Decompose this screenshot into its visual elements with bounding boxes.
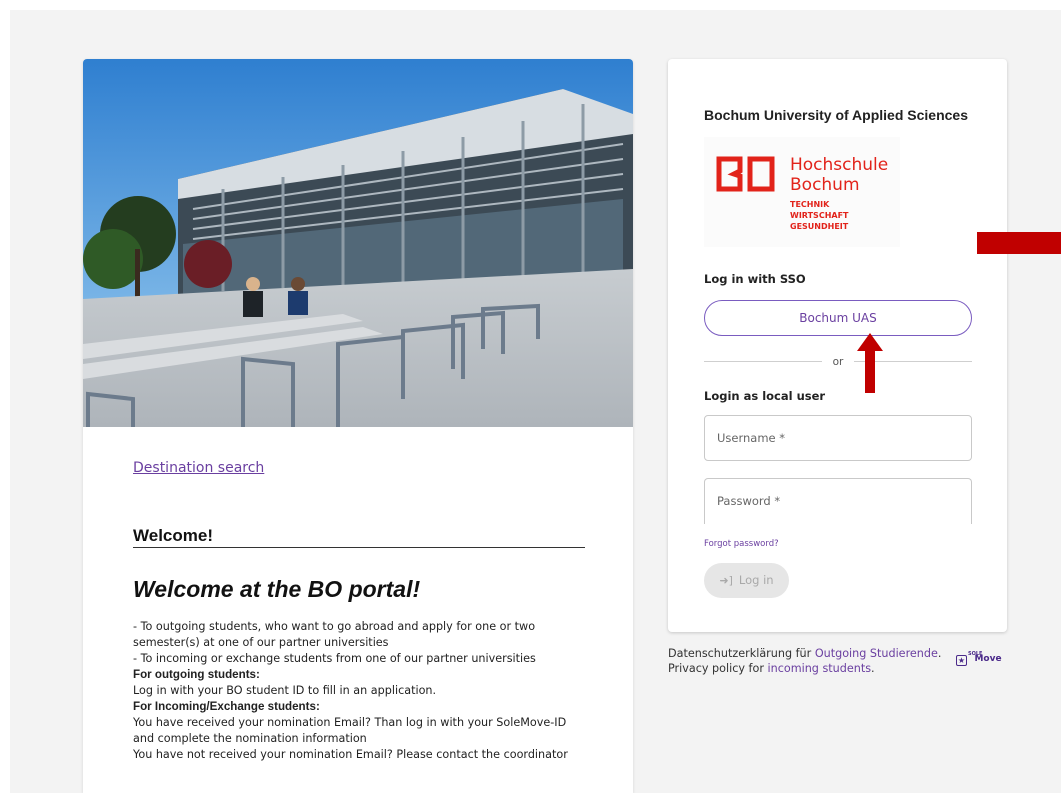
university-name: Bochum University of Applied Sciences: [704, 107, 968, 123]
intro-line: For outgoing students:: [133, 668, 260, 681]
welcome-title: Welcome at the BO portal!: [133, 576, 421, 602]
forgot-password-link[interactable]: Forgot password?: [704, 539, 779, 549]
logo-line2: Bochum: [790, 175, 860, 195]
welcome-heading: Welcome!: [133, 526, 585, 548]
logo-line1: Hochschule: [790, 155, 888, 175]
logo-sub1: TECHNIK: [790, 200, 830, 209]
privacy-de-suffix: .: [937, 647, 942, 660]
or-divider: or: [704, 355, 972, 369]
university-logo: Hochschule Bochum TECHNIK WIRTSCHAFT GES…: [704, 137, 900, 247]
privacy-notice: Datenschutzerklärung für Outgoing Studie…: [668, 646, 941, 676]
annotation-red-bar: [977, 232, 1061, 254]
sso-bochum-uas-button[interactable]: Bochum UAS: [704, 300, 972, 336]
login-button-label: Log in: [738, 573, 774, 587]
privacy-en-suffix: .: [871, 662, 875, 675]
intro-line: You have not received your nomination Em…: [133, 748, 568, 761]
campus-photo: [83, 59, 633, 427]
solemove-small-text: SOLE: [968, 651, 983, 657]
local-login-label: Login as local user: [704, 389, 826, 403]
intro-line: - To incoming or exchange students from …: [133, 652, 536, 665]
intro-line: Log in with your BO student ID to fill i…: [133, 684, 437, 697]
welcome-card: Destination search Welcome! Welcome at t…: [83, 59, 633, 793]
annotation-arrow-icon: [857, 333, 883, 393]
privacy-en-prefix: Privacy policy for: [668, 662, 768, 675]
sign-in-icon: ➜]: [719, 574, 733, 587]
login-button[interactable]: ➜] Log in: [704, 563, 789, 598]
username-input[interactable]: Username *: [704, 415, 972, 461]
welcome-intro-text: - To outgoing students, who want to go a…: [133, 619, 585, 763]
privacy-de-prefix: Datenschutzerklärung für: [668, 647, 815, 660]
logo-sub2: WIRTSCHAFT: [790, 211, 849, 220]
logo-sub3: GESUNDHEIT: [790, 222, 849, 231]
intro-line: For Incoming/Exchange students:: [133, 700, 320, 713]
or-text: or: [832, 356, 844, 368]
password-input[interactable]: Password *: [704, 478, 972, 524]
sso-label: Log in with SSO: [704, 272, 806, 286]
intro-line: You have received your nomination Email?…: [133, 716, 567, 745]
welcome-content: Destination search Welcome! Welcome at t…: [133, 457, 585, 763]
privacy-outgoing-link[interactable]: Outgoing Studierende: [815, 647, 938, 660]
solemove-logo: ★SOLEMove: [956, 651, 1002, 666]
intro-line: - To outgoing students, who want to go a…: [133, 620, 536, 649]
privacy-incoming-link[interactable]: incoming students: [768, 662, 872, 675]
login-card: Bochum University of Applied Sciences Ho…: [668, 59, 1007, 632]
destination-search-link[interactable]: Destination search: [133, 460, 264, 476]
